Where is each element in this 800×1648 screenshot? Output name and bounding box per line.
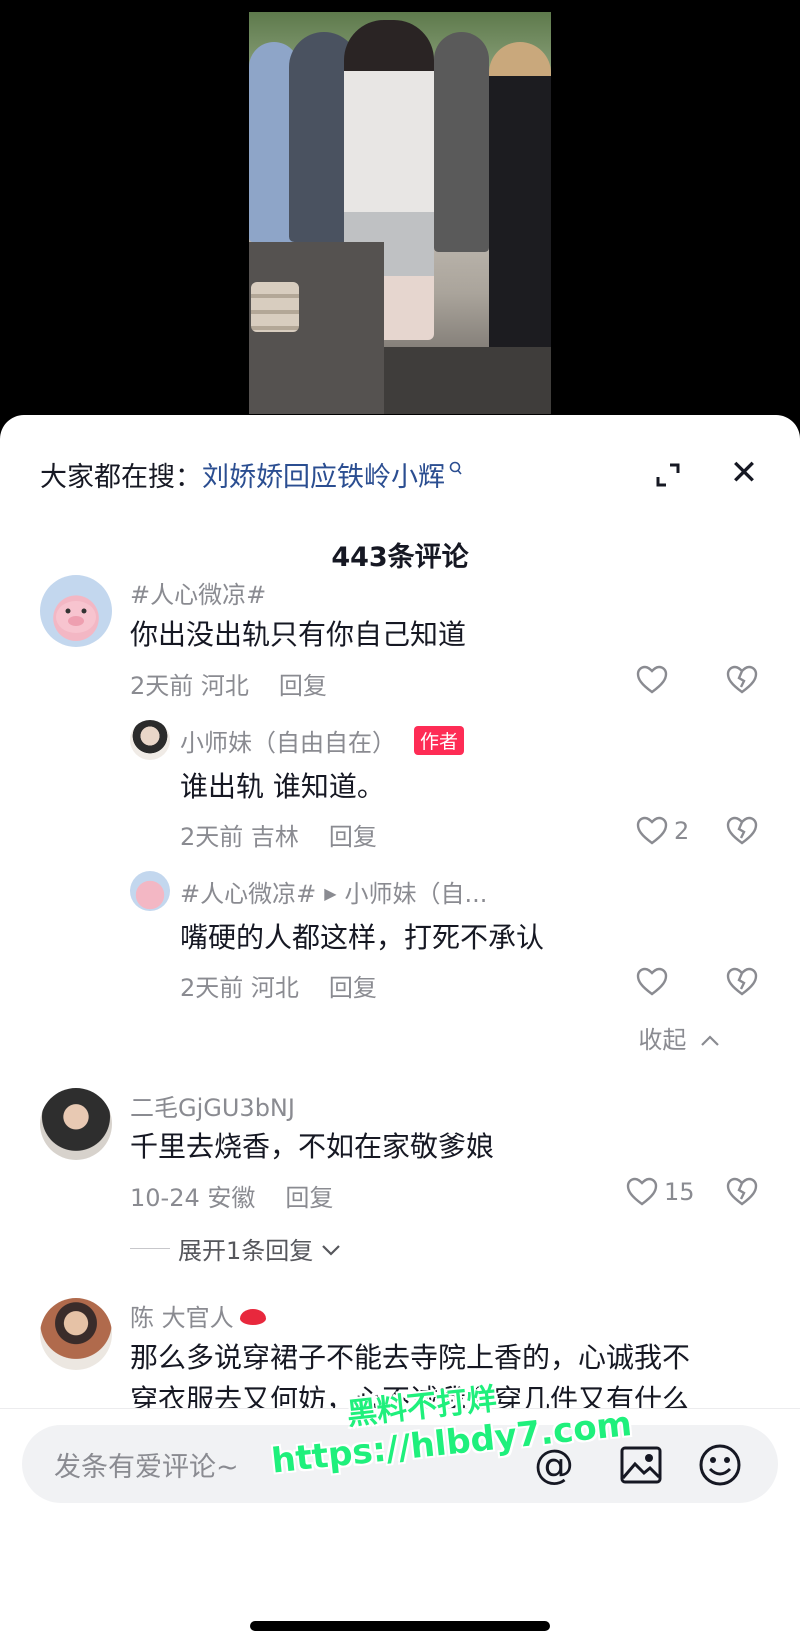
- reply-button[interactable]: 回复: [285, 1184, 333, 1212]
- heart-icon: [636, 816, 668, 845]
- comment-input-placeholder: 发条有爱评论~: [54, 1452, 239, 1483]
- like-button[interactable]: 2: [636, 816, 689, 846]
- comment-text: 千里去烧香，不如在家敬爹娘: [130, 1130, 495, 1163]
- search-suggestion[interactable]: 大家都在搜： 刘娇娇回应铁岭小辉: [40, 455, 463, 494]
- chevron-up-icon: [700, 1026, 720, 1054]
- broken-heart-icon[interactable]: [726, 1177, 758, 1211]
- broken-heart-icon[interactable]: [726, 816, 758, 850]
- reply-username[interactable]: #人心微凉# ▶ 小师妹（自...: [180, 874, 487, 909]
- video-scrolls: [251, 282, 299, 332]
- comment-count: 443条评论: [331, 542, 469, 573]
- reply-arrow-icon: ▶: [324, 884, 337, 903]
- reply-username-text: #人心微凉#: [180, 880, 317, 908]
- comment-time-location: 2天前 河北: [130, 672, 249, 700]
- reply-button[interactable]: 回复: [329, 823, 377, 851]
- chevron-down-icon: [321, 1235, 341, 1263]
- divider: [130, 1248, 170, 1249]
- expand-replies-label: 展开1条回复: [178, 1237, 314, 1265]
- heart-icon: [636, 665, 668, 694]
- reply-time-location: 2天前 吉林: [180, 823, 299, 851]
- comment-meta: 10-24 安徽 回复: [130, 1178, 333, 1213]
- expand-icon[interactable]: [652, 459, 684, 491]
- search-term-link[interactable]: 刘娇娇回应铁岭小辉: [202, 455, 445, 494]
- like-count: 15: [664, 1178, 695, 1206]
- reply-time-location: 2天前 河北: [180, 974, 299, 1002]
- expand-replies-button[interactable]: 展开1条回复: [130, 1231, 341, 1266]
- avatar[interactable]: [40, 575, 112, 647]
- comment-time-location: 10-24 安徽: [130, 1184, 256, 1212]
- comment-text: 你出没出轨只有你自己知道: [130, 618, 467, 651]
- avatar[interactable]: [130, 720, 170, 760]
- like-count: 2: [674, 817, 690, 845]
- home-indicator[interactable]: [250, 1621, 550, 1631]
- reply-username-text: 小师妹（自由自在）: [180, 729, 396, 757]
- video-stone: [384, 347, 551, 414]
- avatar[interactable]: [40, 1298, 112, 1370]
- comment-meta: 2天前 河北 回复: [130, 666, 327, 701]
- collapse-label: 收起: [638, 1026, 687, 1054]
- like-button[interactable]: [636, 665, 668, 695]
- reply-text: 谁出轨 谁知道。: [180, 770, 385, 803]
- reply-meta: 2天前 河北 回复: [180, 968, 377, 1003]
- reply-username[interactable]: 小师妹（自由自在） 作者: [180, 723, 465, 758]
- close-icon[interactable]: ✕: [726, 455, 762, 491]
- emoji-icon[interactable]: [698, 1443, 742, 1487]
- comment-username[interactable]: 陈 大官人: [130, 1298, 266, 1333]
- reply-meta: 2天前 吉林 回复: [180, 817, 377, 852]
- video-figure: [489, 42, 551, 382]
- video-player[interactable]: [249, 12, 551, 414]
- comment-username[interactable]: #人心微凉#: [130, 575, 266, 610]
- reply-button[interactable]: 回复: [279, 672, 327, 700]
- comment-username-text: 陈 大官人: [130, 1304, 234, 1332]
- comment-text-line: 那么多说穿裙子不能去寺院上香的，心诚我不: [130, 1341, 691, 1374]
- reply-text: 嘴硬的人都这样，打死不承认: [180, 921, 545, 954]
- reply-to-username[interactable]: 小师妹（自...: [345, 880, 488, 908]
- lips-emoji-icon: [239, 1309, 266, 1325]
- avatar[interactable]: [40, 1088, 112, 1160]
- author-badge: 作者: [414, 726, 465, 755]
- video-figure: [434, 32, 489, 252]
- like-button[interactable]: 15: [626, 1177, 695, 1207]
- search-prefix: 大家都在搜：: [40, 462, 202, 493]
- collapse-replies-button[interactable]: 收起: [638, 1020, 720, 1055]
- like-button[interactable]: [636, 967, 668, 997]
- heart-icon: [626, 1177, 658, 1206]
- reply-button[interactable]: 回复: [329, 974, 377, 1002]
- avatar[interactable]: [130, 871, 170, 911]
- broken-heart-icon[interactable]: [726, 665, 758, 699]
- comment-username[interactable]: 二毛GjGU3bNJ: [130, 1088, 295, 1123]
- image-icon[interactable]: [620, 1445, 662, 1485]
- broken-heart-icon[interactable]: [726, 967, 758, 1001]
- search-icon: [449, 458, 463, 482]
- heart-icon: [636, 967, 668, 996]
